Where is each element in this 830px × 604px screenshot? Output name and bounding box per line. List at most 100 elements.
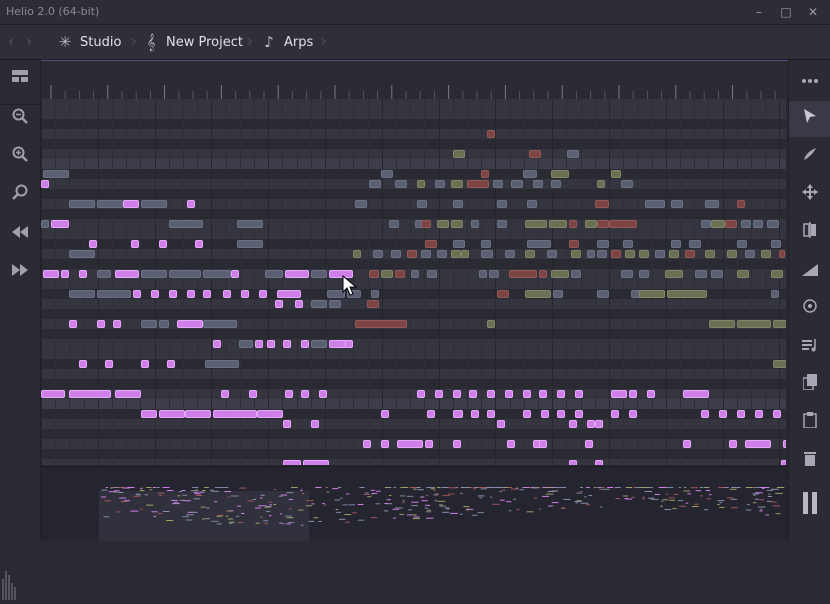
piano-roll[interactable] xyxy=(41,99,786,465)
midi-note[interactable] xyxy=(451,180,463,188)
midi-note[interactable] xyxy=(711,270,723,278)
midi-note[interactable] xyxy=(525,250,535,258)
midi-note[interactable] xyxy=(523,410,531,418)
midi-note[interactable] xyxy=(213,340,221,348)
midi-note[interactable] xyxy=(381,170,393,178)
midi-note[interactable] xyxy=(205,360,239,368)
midi-note[interactable] xyxy=(141,320,157,328)
midi-note[interactable] xyxy=(701,410,709,418)
midi-note[interactable] xyxy=(771,270,783,278)
midi-note[interactable] xyxy=(629,390,637,398)
midi-note[interactable] xyxy=(779,250,785,258)
midi-note[interactable] xyxy=(553,290,563,298)
cursor-tool-icon[interactable] xyxy=(789,101,830,137)
midi-note[interactable] xyxy=(511,180,523,188)
midi-note[interactable] xyxy=(97,200,123,208)
midi-note[interactable] xyxy=(311,300,327,308)
drag-tool-icon[interactable] xyxy=(798,183,822,207)
midi-note[interactable] xyxy=(639,250,649,258)
midi-note[interactable] xyxy=(159,410,185,418)
midi-note[interactable] xyxy=(69,320,77,328)
midi-note[interactable] xyxy=(411,270,419,278)
midi-note[interactable] xyxy=(489,270,499,278)
midi-note[interactable] xyxy=(397,440,423,448)
midi-note[interactable] xyxy=(571,270,581,278)
midi-note[interactable] xyxy=(453,200,463,208)
midi-note[interactable] xyxy=(597,240,609,248)
menu-icon[interactable] xyxy=(798,66,822,90)
midi-note[interactable] xyxy=(771,240,781,248)
midi-note[interactable] xyxy=(527,240,551,248)
midi-note[interactable] xyxy=(595,460,603,465)
midi-note[interactable] xyxy=(725,220,737,228)
midi-note[interactable] xyxy=(645,200,665,208)
midi-note[interactable] xyxy=(177,320,203,328)
midi-note[interactable] xyxy=(69,290,95,298)
midi-note[interactable] xyxy=(241,290,249,298)
midi-note[interactable] xyxy=(373,250,383,258)
midi-note[interactable] xyxy=(695,270,707,278)
midi-note[interactable] xyxy=(479,270,487,278)
midi-note[interactable] xyxy=(741,220,751,228)
midi-note[interactable] xyxy=(497,420,505,428)
midi-note[interactable] xyxy=(773,320,786,328)
midi-note[interactable] xyxy=(585,440,593,448)
midi-note[interactable] xyxy=(569,420,577,428)
fast-forward-icon[interactable] xyxy=(8,260,32,284)
midi-note[interactable] xyxy=(213,410,257,418)
midi-note[interactable] xyxy=(781,460,786,465)
midi-note[interactable] xyxy=(737,320,771,328)
midi-note[interactable] xyxy=(311,270,327,278)
midi-note[interactable] xyxy=(727,250,737,258)
midi-note[interactable] xyxy=(683,440,691,448)
midi-note[interactable] xyxy=(571,250,581,258)
midi-note[interactable] xyxy=(295,300,303,308)
midi-note[interactable] xyxy=(737,240,747,248)
midi-note[interactable] xyxy=(523,390,531,398)
midi-note[interactable] xyxy=(719,410,727,418)
midi-note[interactable] xyxy=(773,410,781,418)
midi-note[interactable] xyxy=(647,390,655,398)
midi-note[interactable] xyxy=(525,290,551,298)
midi-note[interactable] xyxy=(621,180,633,188)
midi-note[interactable] xyxy=(43,270,59,278)
midi-note[interactable] xyxy=(79,360,87,368)
midi-note[interactable] xyxy=(285,390,293,398)
midi-note[interactable] xyxy=(169,270,201,278)
midi-note[interactable] xyxy=(275,300,283,308)
midi-note[interactable] xyxy=(417,200,427,208)
midi-note[interactable] xyxy=(203,270,231,278)
midi-note[interactable] xyxy=(131,240,139,248)
midi-note[interactable] xyxy=(453,390,461,398)
midi-note[interactable] xyxy=(425,440,433,448)
midi-note[interactable] xyxy=(435,180,445,188)
crumb-track[interactable]: ♪ Arps xyxy=(260,25,313,59)
midi-note[interactable] xyxy=(169,290,177,298)
midi-note[interactable] xyxy=(597,220,609,228)
forward-icon[interactable]: › xyxy=(22,32,36,52)
midi-note[interactable] xyxy=(141,360,149,368)
crumb-studio[interactable]: ✳ Studio xyxy=(56,25,122,59)
midi-note[interactable] xyxy=(569,220,577,228)
midi-note[interactable] xyxy=(311,420,319,428)
midi-note[interactable] xyxy=(259,290,267,298)
midi-note[interactable] xyxy=(407,250,417,258)
midi-note[interactable] xyxy=(539,440,547,448)
close-button[interactable]: ✕ xyxy=(802,2,824,22)
midi-note[interactable] xyxy=(123,200,139,208)
midi-note[interactable] xyxy=(575,390,583,398)
midi-note[interactable] xyxy=(745,250,755,258)
midi-note[interactable] xyxy=(345,340,353,348)
midi-note[interactable] xyxy=(625,250,635,258)
midi-note[interactable] xyxy=(221,390,229,398)
midi-note[interactable] xyxy=(453,240,465,248)
midi-note[interactable] xyxy=(61,270,69,278)
midi-note[interactable] xyxy=(421,220,431,228)
midi-note[interactable] xyxy=(185,410,211,418)
midi-note[interactable] xyxy=(655,250,665,258)
midi-note[interactable] xyxy=(523,170,537,178)
midi-note[interactable] xyxy=(427,410,435,418)
view-layout-icon[interactable] xyxy=(8,66,32,90)
midi-note[interactable] xyxy=(737,410,745,418)
midi-note[interactable] xyxy=(669,250,679,258)
